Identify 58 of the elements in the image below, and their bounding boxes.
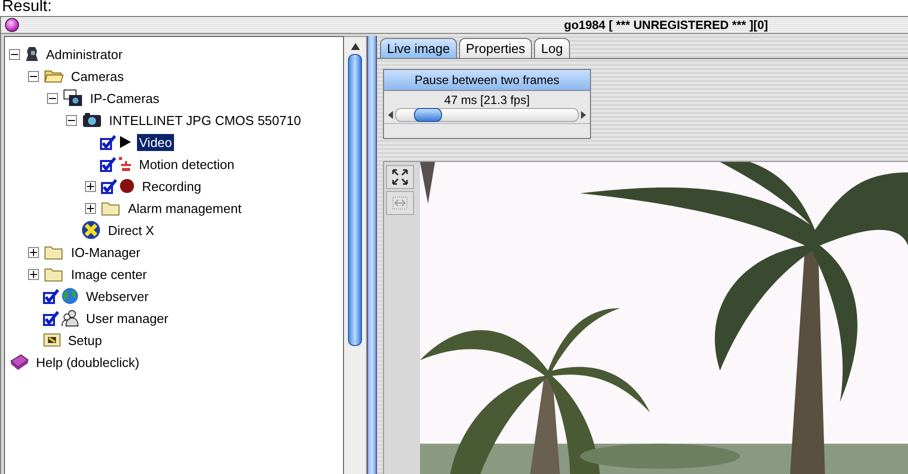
play-icon	[118, 135, 132, 149]
scrollbar[interactable]	[344, 36, 367, 474]
expander-toggle[interactable]	[85, 202, 96, 214]
expander-toggle[interactable]	[66, 114, 77, 126]
fps-reading: 47 ms [21.3 fps]	[443, 92, 531, 107]
tree-item[interactable]: Recording	[140, 178, 204, 194]
tree-item[interactable]: User manager	[84, 310, 170, 326]
expander-toggle[interactable]	[85, 180, 96, 192]
users-icon	[61, 309, 79, 327]
tab[interactable]: Properties	[458, 38, 532, 58]
tree-item[interactable]: Help (doubleclick)	[34, 354, 142, 370]
globe-icon	[61, 287, 79, 305]
directx-icon	[81, 220, 101, 240]
folder-icon	[44, 266, 64, 282]
expander-toggle[interactable]	[28, 246, 39, 258]
expander-toggle[interactable]	[9, 48, 20, 60]
expander-toggle[interactable]	[28, 70, 39, 82]
scroll-up-icon[interactable]	[350, 43, 360, 50]
person-icon	[25, 46, 39, 62]
expander-toggle[interactable]	[28, 268, 39, 280]
window-title: go1984 [ *** UNREGISTERED *** ][0]	[564, 18, 768, 32]
camera-icon	[82, 112, 102, 128]
checkbox[interactable]	[43, 310, 59, 326]
tree-item[interactable]: Motion detection	[137, 156, 236, 172]
checkbox[interactable]	[43, 288, 59, 304]
window-button[interactable]	[5, 18, 19, 32]
right-arrow-icon[interactable]	[581, 111, 586, 119]
tree-item[interactable]: IP-Cameras	[88, 90, 162, 106]
tree-item[interactable]: IO-Manager	[69, 244, 142, 260]
tree-item[interactable]: Alarm management	[126, 200, 244, 216]
book-icon	[9, 353, 29, 371]
tree-item[interactable]: Webserver	[84, 288, 151, 304]
fullscreen-button[interactable]	[386, 165, 414, 189]
folder-icon	[44, 244, 64, 260]
group-title: Pause between two frames	[384, 70, 590, 91]
scroll-thumb[interactable]	[348, 54, 362, 346]
tree-item[interactable]: Direct X	[106, 222, 156, 238]
tree-item[interactable]: Image center	[69, 266, 149, 282]
folder-icon	[101, 200, 121, 216]
slider-thumb[interactable]	[414, 108, 442, 122]
tab[interactable]: Log	[534, 38, 570, 58]
tree-item[interactable]: Administrator	[44, 46, 125, 62]
tree-item[interactable]: Video	[137, 134, 174, 150]
fit-width-icon	[392, 196, 408, 210]
tree-item[interactable]: Cameras	[69, 68, 126, 84]
camera-network-icon	[63, 89, 83, 107]
motion-icon	[118, 156, 132, 172]
setup-icon	[43, 333, 61, 347]
expand-arrows-icon	[392, 169, 408, 185]
open-folder-icon	[44, 68, 64, 84]
tab[interactable]: Live image	[380, 38, 457, 58]
expander-toggle[interactable]	[47, 92, 58, 104]
tree-item[interactable]: INTELLINET JPG CMOS 550710	[107, 112, 303, 128]
slider-track[interactable]	[395, 108, 579, 122]
splitter[interactable]	[367, 36, 377, 474]
checkbox[interactable]	[101, 178, 117, 194]
record-icon	[119, 178, 135, 194]
tree-item[interactable]: Setup	[66, 332, 104, 348]
